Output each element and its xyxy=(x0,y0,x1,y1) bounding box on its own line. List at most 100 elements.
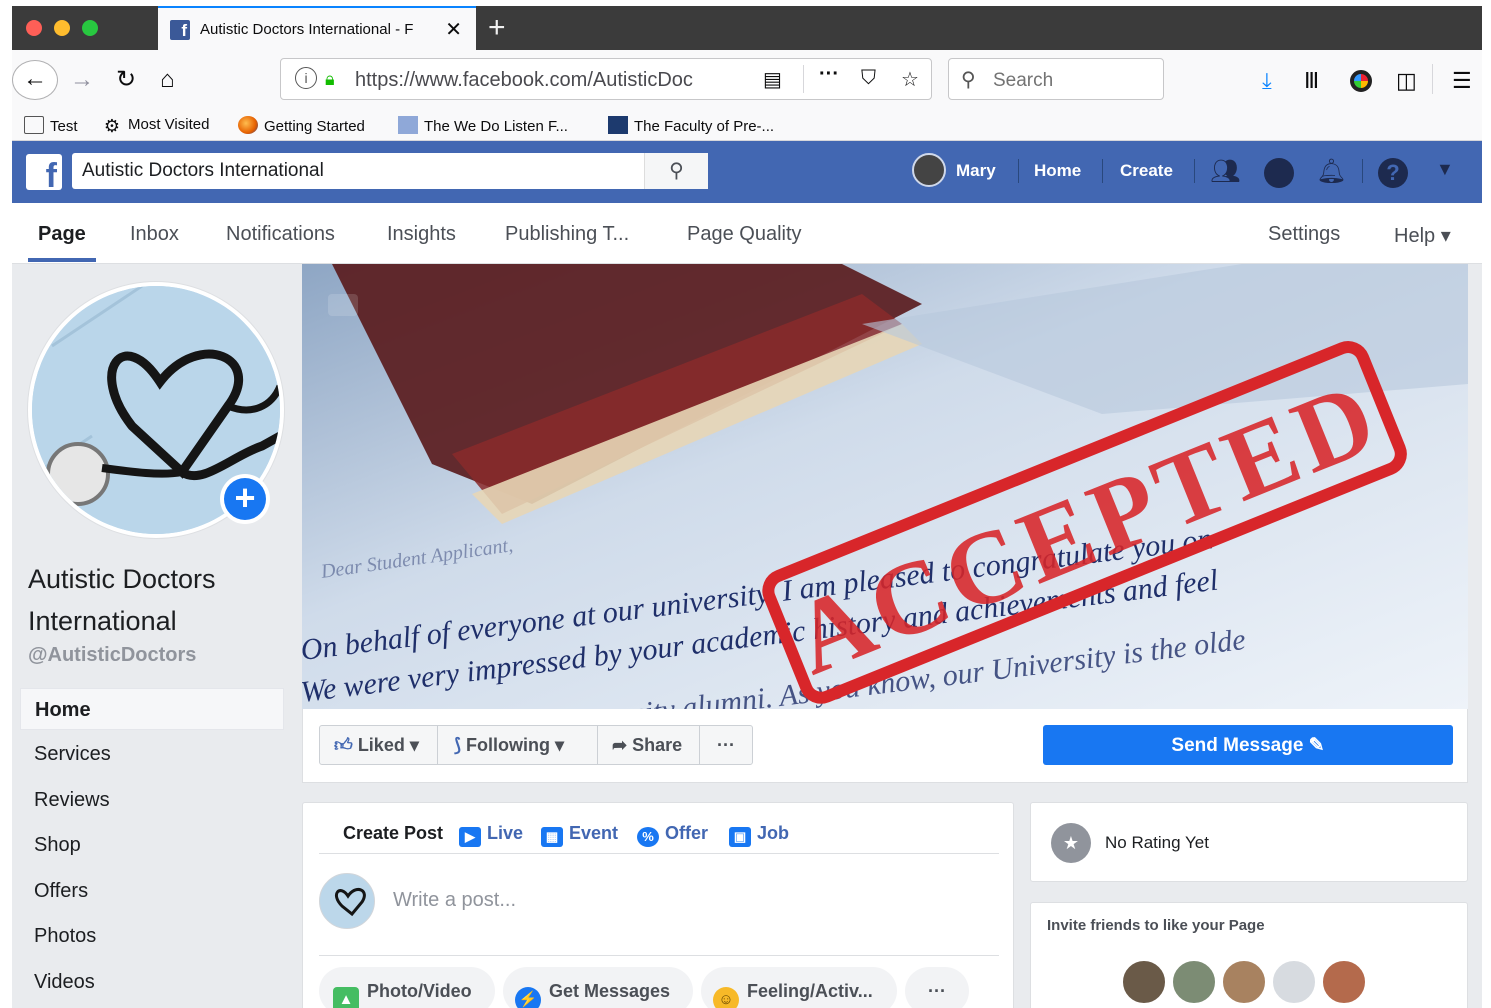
invite-friends-card: Invite friends to like your Page xyxy=(1030,902,1468,1008)
offer-button[interactable]: % Offer xyxy=(637,823,708,847)
facebook-search-box[interactable]: Autistic Doctors International ⚲ xyxy=(72,153,708,189)
live-label: Live xyxy=(487,823,524,843)
messenger-icon[interactable] xyxy=(1264,158,1294,188)
downloads-icon[interactable]: ⤓ xyxy=(1262,68,1272,94)
create-link[interactable]: Create xyxy=(1120,161,1173,181)
close-tab-icon[interactable]: ✕ xyxy=(445,17,462,42)
reload-button[interactable]: ↻ xyxy=(116,62,136,98)
facebook-search-input[interactable]: Autistic Doctors International xyxy=(82,160,324,182)
page-username[interactable]: @AutisticDoctors xyxy=(28,644,196,667)
sidebar-item-services[interactable]: Services xyxy=(20,733,284,775)
tab-inbox[interactable]: Inbox xyxy=(130,223,179,246)
extension-icon[interactable] xyxy=(1350,70,1372,92)
browser-tab-active[interactable]: f Autistic Doctors International - F ✕ xyxy=(158,6,476,50)
rss-icon: ⟆ xyxy=(454,735,467,755)
friend-avatar[interactable] xyxy=(1271,959,1317,1005)
close-window-button[interactable] xyxy=(26,20,42,36)
following-button[interactable]: ⟆ Following ▾ xyxy=(438,726,598,764)
pocket-icon[interactable]: ⛉ xyxy=(861,67,876,90)
bookmark-getting-started[interactable]: Getting Started xyxy=(238,116,365,135)
page-action-bar: 👍︎ Liked ▾ ⟆ Following ▾ ➦ Share ··· Sen… xyxy=(302,709,1468,783)
forward-button[interactable]: → xyxy=(70,62,94,98)
facebook-logo-icon[interactable]: f xyxy=(26,154,62,195)
bookmark-faculty[interactable]: The Faculty of Pre-... xyxy=(608,116,774,135)
url-bar[interactable]: i 🔒︎ https://www.facebook.com/AutisticDo… xyxy=(280,58,932,100)
friend-requests-icon[interactable]: 👥︎ xyxy=(1210,157,1240,186)
share-button[interactable]: ➦ Share xyxy=(598,726,700,764)
notifications-bell-icon[interactable]: 🔔︎ xyxy=(1316,157,1346,186)
avatar xyxy=(319,873,375,929)
camera-icon[interactable] xyxy=(328,294,358,316)
account-menu-chevron-down-icon[interactable]: ▼ xyxy=(1436,159,1454,180)
review-bubble-icon: ★ xyxy=(1051,823,1091,863)
menu-icon[interactable]: ☰ xyxy=(1452,68,1472,94)
page-actions-icon[interactable]: ··· xyxy=(819,63,839,86)
friend-avatar[interactable] xyxy=(1221,959,1267,1005)
library-icon[interactable]: Ⅲ xyxy=(1304,68,1319,94)
back-button[interactable]: ← xyxy=(12,60,58,100)
site-info-icon[interactable]: i xyxy=(295,67,317,89)
reader-view-icon[interactable]: ▤ xyxy=(763,67,782,92)
tab-page[interactable]: Page xyxy=(38,223,86,246)
friend-avatar[interactable] xyxy=(1121,959,1167,1005)
event-label: Event xyxy=(569,823,619,843)
firefox-icon xyxy=(238,116,258,134)
navigation-toolbar: ← → ↻ ⌂ i 🔒︎ https://www.facebook.com/Au… xyxy=(12,50,1482,110)
sidebar-item-reviews[interactable]: Reviews xyxy=(20,779,284,821)
folder-icon xyxy=(24,116,44,134)
bookmark-star-icon[interactable]: ☆ xyxy=(901,67,919,92)
page-admin-tabs: Page Inbox Notifications Insights Publis… xyxy=(12,203,1482,264)
minimize-window-button[interactable] xyxy=(54,20,70,36)
search-placeholder: Search xyxy=(993,70,1054,91)
video-camera-icon: ▶ xyxy=(459,827,481,847)
live-button[interactable]: ▶ Live xyxy=(459,823,523,847)
divider xyxy=(319,853,999,854)
get-messages-button[interactable]: ⚡ Get Messages xyxy=(503,967,693,1008)
tab-notifications[interactable]: Notifications xyxy=(226,223,335,246)
gear-icon: ⚙ xyxy=(103,116,121,136)
nav-divider xyxy=(1194,159,1195,183)
search-icon[interactable]: ⚲ xyxy=(644,153,708,189)
tab-insights[interactable]: Insights xyxy=(387,223,456,246)
sidebar-item-home[interactable]: Home xyxy=(20,688,284,730)
tab-settings[interactable]: Settings xyxy=(1268,223,1340,246)
sidebar-item-offers[interactable]: Offers xyxy=(20,870,284,912)
tab-publishing-tools[interactable]: Publishing T... xyxy=(505,223,629,246)
more-post-options-button[interactable]: ··· xyxy=(905,967,969,1008)
tab-page-quality[interactable]: Page Quality xyxy=(687,223,802,246)
friend-avatar[interactable] xyxy=(1171,959,1217,1005)
search-bar[interactable]: ⚲ Search xyxy=(948,58,1164,100)
feeling-activity-button[interactable]: ☺ Feeling/Activ... xyxy=(701,967,897,1008)
bookmark-test[interactable]: Test xyxy=(24,116,78,135)
sidebar-item-shop[interactable]: Shop xyxy=(20,824,284,866)
zoom-window-button[interactable] xyxy=(82,20,98,36)
more-options-button[interactable]: ··· xyxy=(700,726,752,764)
share-label: Share xyxy=(632,735,683,755)
url-text[interactable]: https://www.facebook.com/AutisticDoc xyxy=(355,69,755,92)
sidebar-item-photos[interactable]: Photos xyxy=(20,915,284,957)
photo-video-button[interactable]: ▲ Photo/Video xyxy=(319,967,495,1008)
help-icon[interactable]: ? xyxy=(1378,158,1408,188)
liked-button[interactable]: 👍︎ Liked ▾ xyxy=(320,726,438,764)
job-button[interactable]: ▣ Job xyxy=(729,823,789,847)
tab-help[interactable]: Help ▾ xyxy=(1394,223,1451,248)
home-button[interactable]: ⌂ xyxy=(160,62,175,98)
sidebar-item-videos[interactable]: Videos xyxy=(20,961,284,1003)
bookmark-we-do-listen[interactable]: The We Do Listen F... xyxy=(398,116,568,135)
friend-avatar[interactable] xyxy=(1321,959,1367,1005)
url-divider xyxy=(803,65,804,93)
sidebar-icon[interactable]: ◫ xyxy=(1396,68,1417,94)
write-post-input[interactable]: Write a post... xyxy=(393,889,516,912)
home-link[interactable]: Home xyxy=(1034,161,1081,181)
event-button[interactable]: ▦ Event xyxy=(541,823,618,847)
create-post-tab[interactable]: Create Post xyxy=(343,823,443,844)
smiley-icon: ☺ xyxy=(713,987,739,1008)
send-message-button[interactable]: Send Message ✎ xyxy=(1043,725,1453,765)
update-profile-picture-button[interactable]: + xyxy=(220,474,270,524)
lock-icon: 🔒︎ xyxy=(325,69,335,89)
new-tab-button[interactable]: + xyxy=(488,11,506,45)
bookmark-label: Test xyxy=(50,118,78,135)
bookmark-most-visited[interactable]: ⚙ Most Visited xyxy=(102,116,210,136)
cover-photo[interactable]: Dear Student Applicant, On behalf of eve… xyxy=(302,264,1468,709)
thumbs-up-icon: 👍︎ xyxy=(334,735,358,755)
